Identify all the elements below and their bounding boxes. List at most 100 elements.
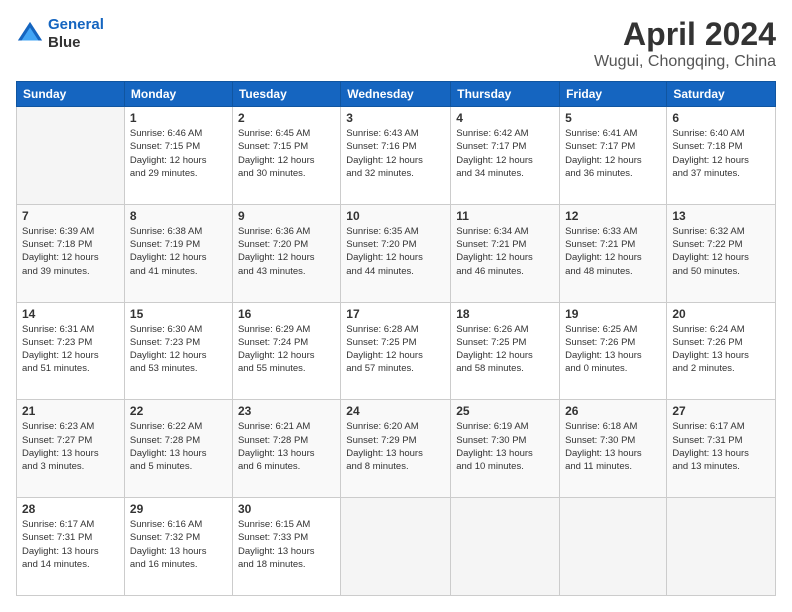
day-info: Sunrise: 6:40 AM Sunset: 7:18 PM Dayligh… (672, 127, 770, 180)
day-info: Sunrise: 6:25 AM Sunset: 7:26 PM Dayligh… (565, 323, 661, 376)
day-number: 3 (346, 111, 445, 125)
logo-text: General Blue (48, 16, 104, 52)
day-info: Sunrise: 6:26 AM Sunset: 7:25 PM Dayligh… (456, 323, 554, 376)
day-info: Sunrise: 6:28 AM Sunset: 7:25 PM Dayligh… (346, 323, 445, 376)
day-info: Sunrise: 6:32 AM Sunset: 7:22 PM Dayligh… (672, 225, 770, 278)
day-number: 9 (238, 209, 335, 223)
calendar-cell: 8 Sunrise: 6:38 AM Sunset: 7:19 PM Daylig… (124, 204, 232, 302)
calendar-cell (451, 498, 560, 596)
calendar-cell: 10Sunrise: 6:35 AM Sunset: 7:20 PM Dayli… (341, 204, 451, 302)
day-info: Sunrise: 6:17 AM Sunset: 7:31 PM Dayligh… (672, 420, 770, 473)
column-header-friday: Friday (560, 82, 667, 107)
day-number: 29 (130, 502, 227, 516)
calendar-cell: 23 Sunrise: 6:21 AM Sunset: 7:28 PM Dayli… (232, 400, 340, 498)
day-info: Sunrise: 6:41 AM Sunset: 7:17 PM Dayligh… (565, 127, 661, 180)
header: General Blue April 2024 Wugui, Chongqing… (16, 16, 776, 71)
calendar-cell: 1 Sunrise: 6:46 AM Sunset: 7:15 PM Daylig… (124, 107, 232, 205)
calendar-cell (560, 498, 667, 596)
day-info: Sunrise: 6:31 AM Sunset: 7:23 PM Dayligh… (22, 323, 119, 376)
calendar-cell: 5Sunrise: 6:41 AM Sunset: 7:17 PM Daylig… (560, 107, 667, 205)
day-info: Sunrise: 6:17 AM Sunset: 7:31 PM Dayligh… (22, 518, 119, 571)
week-row-4: 21 Sunrise: 6:23 AM Sunset: 7:27 PM Dayli… (17, 400, 776, 498)
main-title: April 2024 (594, 16, 776, 53)
calendar-cell: 3 Sunrise: 6:43 AM Sunset: 7:16 PM Daylig… (341, 107, 451, 205)
calendar-header-row: SundayMondayTuesdayWednesdayThursdayFrid… (17, 82, 776, 107)
day-number: 24 (346, 404, 445, 418)
week-row-2: 7Sunrise: 6:39 AM Sunset: 7:18 PM Daylig… (17, 204, 776, 302)
day-number: 30 (238, 502, 335, 516)
calendar-cell: 22 Sunrise: 6:22 AM Sunset: 7:28 PM Dayli… (124, 400, 232, 498)
day-info: Sunrise: 6:21 AM Sunset: 7:28 PM Dayligh… (238, 420, 335, 473)
day-number: 11 (456, 209, 554, 223)
week-row-5: 28 Sunrise: 6:17 AM Sunset: 7:31 PM Dayli… (17, 498, 776, 596)
day-number: 2 (238, 111, 335, 125)
calendar-cell: 16 Sunrise: 6:29 AM Sunset: 7:24 PM Dayli… (232, 302, 340, 400)
day-number: 18 (456, 307, 554, 321)
calendar-cell: 17 Sunrise: 6:28 AM Sunset: 7:25 PM Dayli… (341, 302, 451, 400)
column-header-tuesday: Tuesday (232, 82, 340, 107)
column-header-sunday: Sunday (17, 82, 125, 107)
day-info: Sunrise: 6:23 AM Sunset: 7:27 PM Dayligh… (22, 420, 119, 473)
day-info: Sunrise: 6:30 AM Sunset: 7:23 PM Dayligh… (130, 323, 227, 376)
day-info: Sunrise: 6:45 AM Sunset: 7:15 PM Dayligh… (238, 127, 335, 180)
day-info: Sunrise: 6:33 AM Sunset: 7:21 PM Dayligh… (565, 225, 661, 278)
calendar-cell: 6 Sunrise: 6:40 AM Sunset: 7:18 PM Daylig… (667, 107, 776, 205)
subtitle: Wugui, Chongqing, China (594, 53, 776, 71)
calendar-cell: 27 Sunrise: 6:17 AM Sunset: 7:31 PM Dayli… (667, 400, 776, 498)
week-row-1: 1 Sunrise: 6:46 AM Sunset: 7:15 PM Daylig… (17, 107, 776, 205)
calendar-cell (17, 107, 125, 205)
calendar-cell: 7Sunrise: 6:39 AM Sunset: 7:18 PM Daylig… (17, 204, 125, 302)
day-info: Sunrise: 6:15 AM Sunset: 7:33 PM Dayligh… (238, 518, 335, 571)
calendar-cell: 13Sunrise: 6:32 AM Sunset: 7:22 PM Dayli… (667, 204, 776, 302)
day-info: Sunrise: 6:43 AM Sunset: 7:16 PM Dayligh… (346, 127, 445, 180)
day-number: 17 (346, 307, 445, 321)
calendar-cell: 19 Sunrise: 6:25 AM Sunset: 7:26 PM Dayli… (560, 302, 667, 400)
column-header-saturday: Saturday (667, 82, 776, 107)
calendar-cell: 29Sunrise: 6:16 AM Sunset: 7:32 PM Dayli… (124, 498, 232, 596)
logo-icon (16, 20, 44, 48)
day-number: 22 (130, 404, 227, 418)
day-number: 26 (565, 404, 661, 418)
day-info: Sunrise: 6:29 AM Sunset: 7:24 PM Dayligh… (238, 323, 335, 376)
day-number: 14 (22, 307, 119, 321)
calendar-cell: 24 Sunrise: 6:20 AM Sunset: 7:29 PM Dayli… (341, 400, 451, 498)
day-number: 1 (130, 111, 227, 125)
day-info: Sunrise: 6:24 AM Sunset: 7:26 PM Dayligh… (672, 323, 770, 376)
logo: General Blue (16, 16, 104, 52)
page: General Blue April 2024 Wugui, Chongqing… (0, 0, 792, 612)
day-number: 21 (22, 404, 119, 418)
column-header-wednesday: Wednesday (341, 82, 451, 107)
day-info: Sunrise: 6:22 AM Sunset: 7:28 PM Dayligh… (130, 420, 227, 473)
day-info: Sunrise: 6:36 AM Sunset: 7:20 PM Dayligh… (238, 225, 335, 278)
calendar-cell: 20 Sunrise: 6:24 AM Sunset: 7:26 PM Dayli… (667, 302, 776, 400)
day-number: 15 (130, 307, 227, 321)
day-number: 27 (672, 404, 770, 418)
day-number: 8 (130, 209, 227, 223)
calendar-cell: 14 Sunrise: 6:31 AM Sunset: 7:23 PM Dayli… (17, 302, 125, 400)
week-row-3: 14 Sunrise: 6:31 AM Sunset: 7:23 PM Dayli… (17, 302, 776, 400)
calendar-cell: 26 Sunrise: 6:18 AM Sunset: 7:30 PM Dayli… (560, 400, 667, 498)
day-info: Sunrise: 6:34 AM Sunset: 7:21 PM Dayligh… (456, 225, 554, 278)
calendar-cell: 25 Sunrise: 6:19 AM Sunset: 7:30 PM Dayli… (451, 400, 560, 498)
calendar-cell: 18 Sunrise: 6:26 AM Sunset: 7:25 PM Dayli… (451, 302, 560, 400)
day-info: Sunrise: 6:38 AM Sunset: 7:19 PM Dayligh… (130, 225, 227, 278)
calendar-cell: 28 Sunrise: 6:17 AM Sunset: 7:31 PM Dayli… (17, 498, 125, 596)
day-number: 6 (672, 111, 770, 125)
day-info: Sunrise: 6:19 AM Sunset: 7:30 PM Dayligh… (456, 420, 554, 473)
day-number: 23 (238, 404, 335, 418)
calendar-cell: 4Sunrise: 6:42 AM Sunset: 7:17 PM Daylig… (451, 107, 560, 205)
day-info: Sunrise: 6:46 AM Sunset: 7:15 PM Dayligh… (130, 127, 227, 180)
calendar-cell: 9 Sunrise: 6:36 AM Sunset: 7:20 PM Daylig… (232, 204, 340, 302)
day-number: 25 (456, 404, 554, 418)
day-number: 19 (565, 307, 661, 321)
title-block: April 2024 Wugui, Chongqing, China (594, 16, 776, 71)
column-header-monday: Monday (124, 82, 232, 107)
calendar-cell (667, 498, 776, 596)
day-number: 20 (672, 307, 770, 321)
calendar-cell: 12Sunrise: 6:33 AM Sunset: 7:21 PM Dayli… (560, 204, 667, 302)
day-number: 28 (22, 502, 119, 516)
day-number: 7 (22, 209, 119, 223)
day-info: Sunrise: 6:18 AM Sunset: 7:30 PM Dayligh… (565, 420, 661, 473)
day-info: Sunrise: 6:20 AM Sunset: 7:29 PM Dayligh… (346, 420, 445, 473)
day-number: 16 (238, 307, 335, 321)
